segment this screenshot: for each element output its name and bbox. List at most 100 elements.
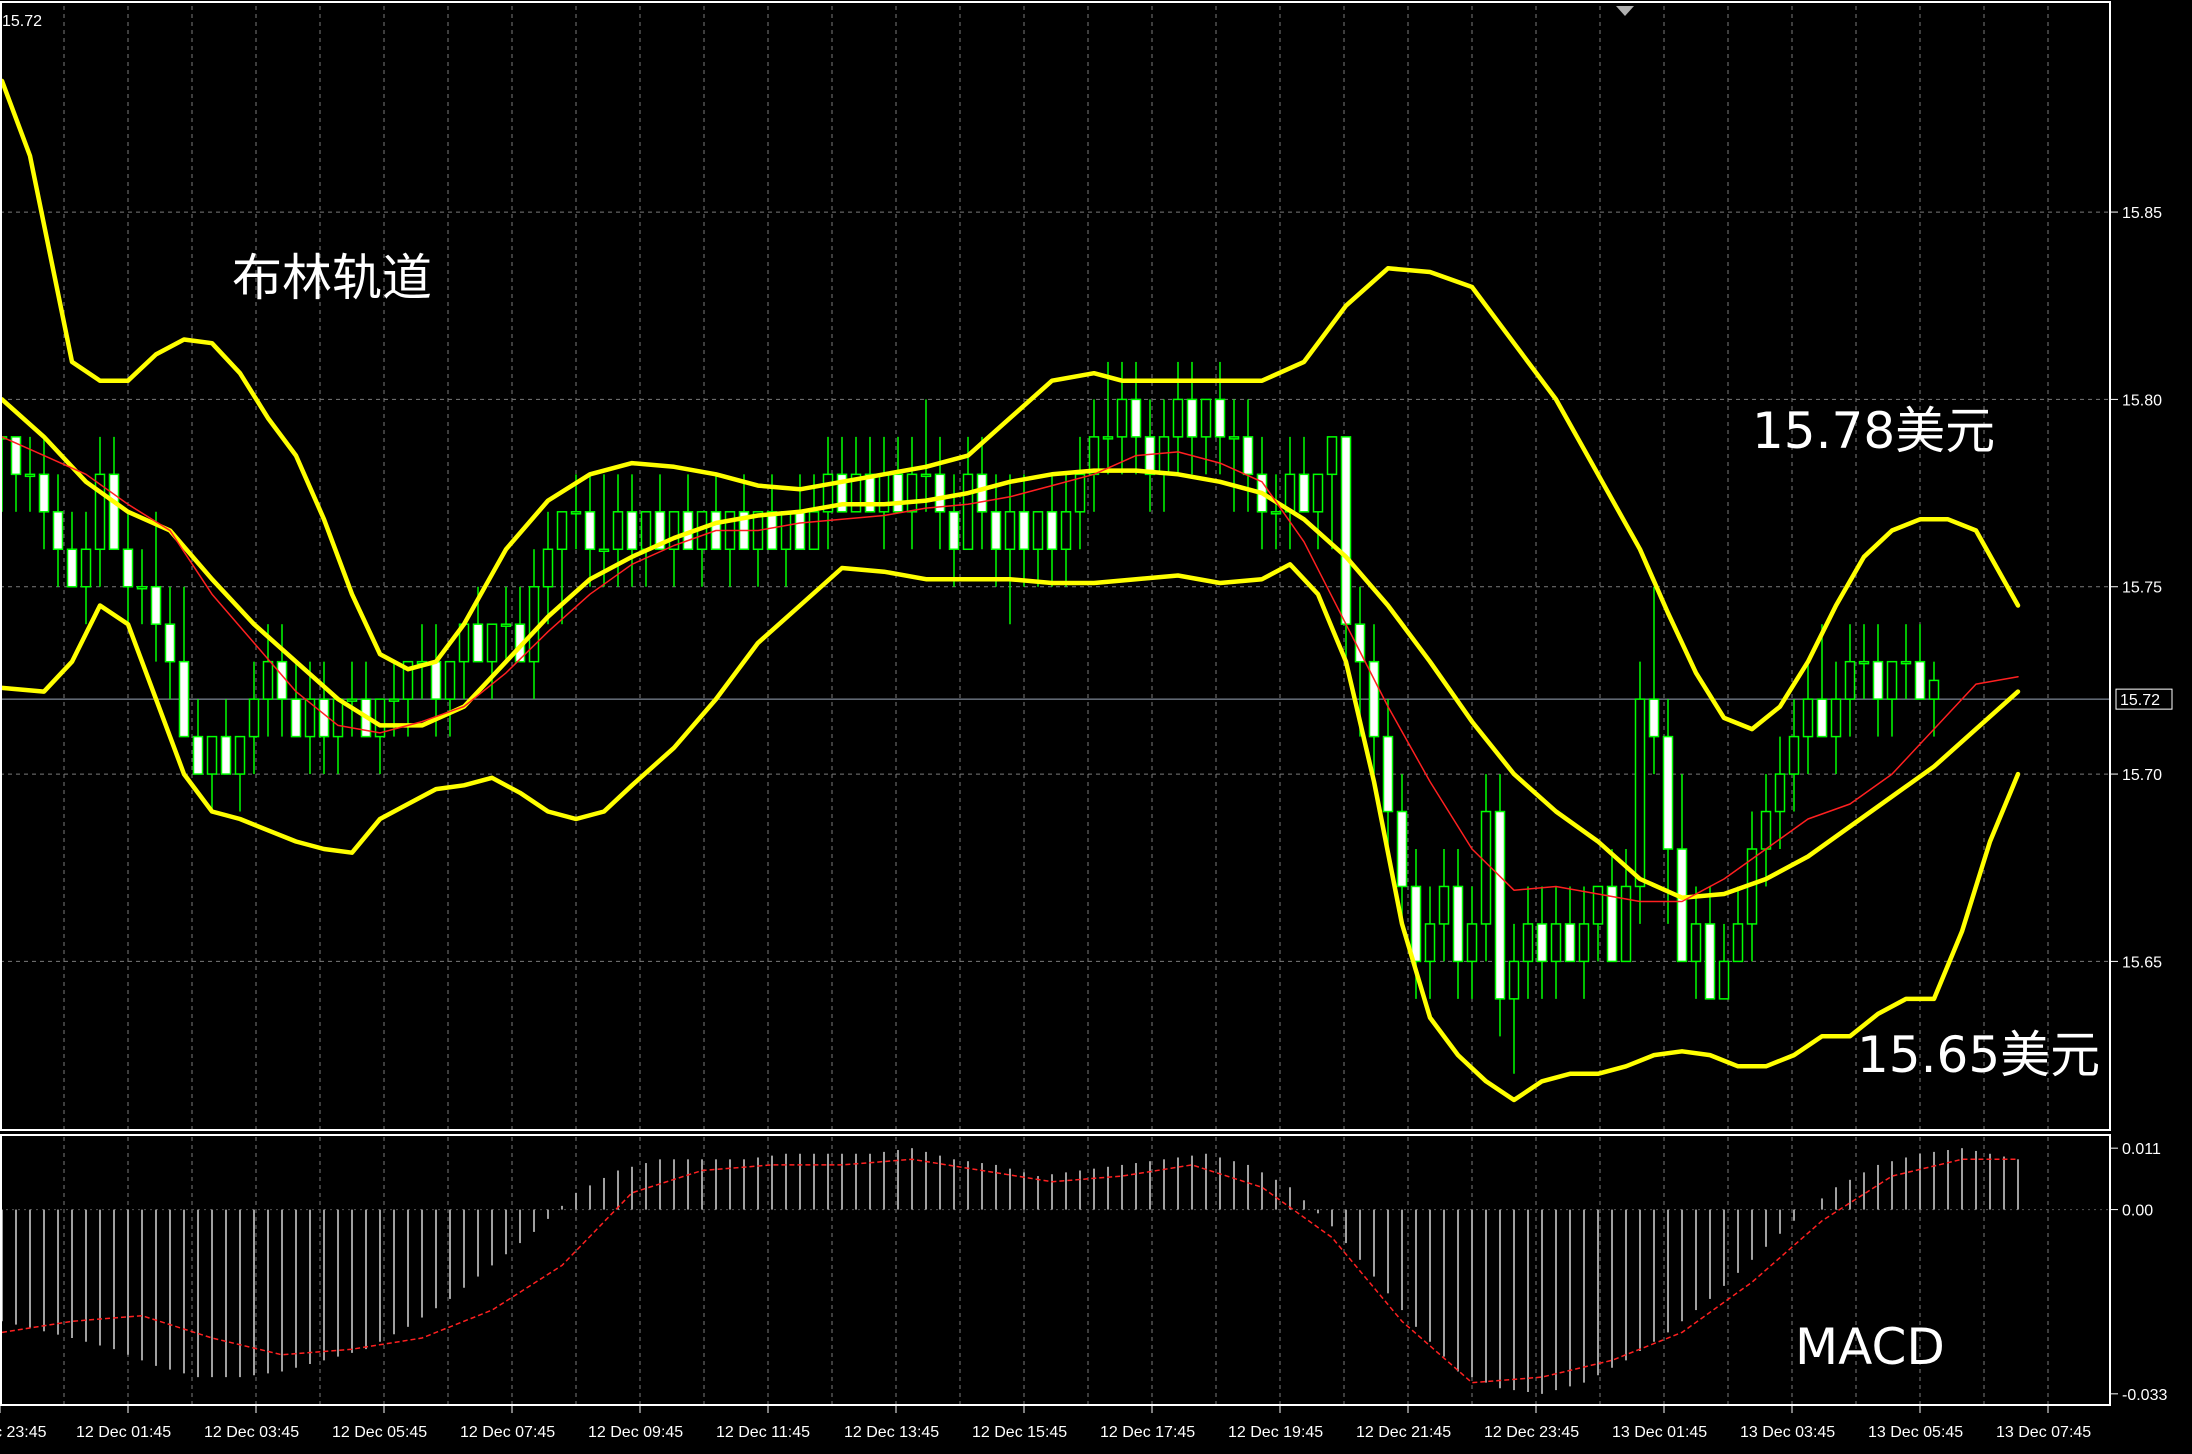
candle-bull bbox=[1270, 511, 1282, 515]
x-tick-label: 12 Dec 17:45 bbox=[1100, 1424, 1195, 1441]
candle-bear bbox=[766, 511, 778, 551]
candle-bull bbox=[1032, 511, 1044, 551]
candle-bear bbox=[990, 511, 1002, 551]
candle-bull bbox=[1578, 923, 1590, 963]
candle-bear bbox=[948, 511, 960, 551]
candle-bear bbox=[122, 548, 134, 588]
x-tick-label: 12 Dec 03:45 bbox=[204, 1424, 299, 1441]
candle-bear bbox=[1018, 511, 1030, 551]
candle-bull bbox=[1228, 436, 1240, 440]
chart-canvas: 15.85 15.80 15.75 15.70 15.65 15.72 0.011 0.00 -… bbox=[0, 1, 2173, 1441]
candle-bear bbox=[1452, 885, 1464, 963]
candle-bull bbox=[612, 511, 624, 551]
candle-bear bbox=[892, 473, 904, 513]
candle-bear bbox=[626, 511, 638, 551]
x-tick-label: 13 Dec 01:45 bbox=[1612, 1424, 1707, 1441]
candle-bull bbox=[486, 623, 498, 663]
candle-bear bbox=[584, 511, 596, 551]
candle-bull bbox=[1802, 698, 1814, 738]
candle-bull bbox=[1466, 923, 1478, 963]
y-tick-label: 15.75 bbox=[2122, 580, 2162, 597]
candle-bull bbox=[906, 473, 918, 513]
candle-bull bbox=[780, 511, 792, 551]
candle-bull bbox=[1900, 660, 1912, 665]
candle-bear bbox=[1354, 623, 1366, 663]
candle-bull bbox=[248, 698, 260, 738]
macd-panel bbox=[1, 1148, 2019, 1394]
x-tick-label: 13 Dec 05:45 bbox=[1868, 1424, 1963, 1441]
candle-bull bbox=[1200, 398, 1212, 438]
candle-bear bbox=[976, 473, 988, 513]
candle-bear bbox=[1298, 473, 1310, 513]
candle-bull bbox=[920, 473, 932, 478]
candle-bear bbox=[1382, 735, 1394, 813]
candle-bull bbox=[1592, 885, 1604, 925]
candle-bull bbox=[1074, 473, 1086, 513]
candle-bear bbox=[192, 735, 204, 775]
candle-bull bbox=[570, 511, 582, 515]
lower-price-annotation: 15.65美元 bbox=[1857, 1026, 2100, 1084]
candle-bull bbox=[556, 511, 568, 551]
candle-bear bbox=[1410, 885, 1422, 963]
y-tick-label: 15.85 bbox=[2122, 205, 2162, 222]
candle-bull bbox=[528, 585, 540, 663]
top-left-price: 15.72 bbox=[2, 13, 42, 30]
price-panel bbox=[0, 78, 2021, 1103]
candle-bear bbox=[150, 585, 162, 625]
candle-bull bbox=[1830, 698, 1842, 738]
candle-bear bbox=[1186, 398, 1198, 438]
candle-bull bbox=[808, 511, 820, 551]
candle-bull bbox=[1732, 923, 1744, 963]
macd-label: MACD bbox=[1795, 1318, 1945, 1376]
x-tick-label: 13 Dec 03:45 bbox=[1740, 1424, 1835, 1441]
candle-bull bbox=[1690, 923, 1702, 963]
x-tick-label: 12 Dec 01:45 bbox=[76, 1424, 171, 1441]
macd-y-tick-label: 0.011 bbox=[2122, 1141, 2161, 1158]
candle-bull bbox=[1634, 698, 1646, 888]
candle-bull bbox=[1438, 885, 1450, 925]
candle-bear bbox=[1144, 436, 1156, 476]
upper-price-annotation: 15.78美元 bbox=[1752, 402, 1995, 460]
candle-bear bbox=[66, 548, 78, 588]
candle-bull bbox=[262, 660, 274, 700]
x-tick-label: 12 Dec 13:45 bbox=[844, 1424, 939, 1441]
candle-bear bbox=[1872, 660, 1884, 700]
bollinger-label: 布林轨道 bbox=[232, 249, 432, 307]
macd-y-tick-label: -0.033 bbox=[2122, 1387, 2167, 1404]
candle-bull bbox=[346, 698, 358, 702]
y-tick-label: 15.65 bbox=[2122, 954, 2162, 971]
candle-bear bbox=[1340, 436, 1352, 625]
x-tick-label: 12 Dec 19:45 bbox=[1228, 1424, 1323, 1441]
candle-bull bbox=[136, 585, 148, 590]
candle-bear bbox=[1536, 923, 1548, 963]
candle-bear bbox=[1676, 848, 1688, 963]
candle-bull bbox=[332, 698, 344, 738]
candle-bull bbox=[1158, 436, 1170, 476]
candle-bear bbox=[430, 660, 442, 700]
candle-bear bbox=[1494, 810, 1506, 1000]
candle-bull bbox=[598, 548, 610, 553]
candle-bull bbox=[1508, 960, 1520, 1000]
forex-chart: 15.85 15.80 15.75 15.70 15.65 15.72 0.011 0.00 -… bbox=[0, 0, 2192, 1454]
price-panel-border bbox=[0, 1, 2111, 1131]
candle-bull bbox=[542, 548, 554, 588]
candle-bear bbox=[1130, 398, 1142, 438]
current-price-label: 15.72 bbox=[2120, 692, 2160, 709]
candle-bull bbox=[234, 735, 246, 775]
candle-bull bbox=[1858, 660, 1870, 665]
candle-bull bbox=[1424, 923, 1436, 963]
candle-bull bbox=[1004, 511, 1016, 551]
candle-bull bbox=[206, 735, 218, 775]
candle-bear bbox=[1242, 436, 1254, 476]
candle-bull bbox=[1928, 679, 1940, 700]
candle-bear bbox=[318, 698, 330, 738]
x-tick-label: 12 Dec 21:45 bbox=[1356, 1424, 1451, 1441]
candle-bear bbox=[794, 511, 806, 551]
bollinger-upper-line bbox=[0, 78, 2021, 732]
x-tick-label: 12 Dec 11:45 bbox=[716, 1424, 810, 1441]
candle-bull bbox=[444, 660, 456, 700]
candle-bull bbox=[374, 698, 386, 738]
candle-bull bbox=[640, 511, 652, 551]
candle-bull bbox=[1326, 436, 1338, 476]
scroll-marker-icon bbox=[1616, 6, 1634, 16]
